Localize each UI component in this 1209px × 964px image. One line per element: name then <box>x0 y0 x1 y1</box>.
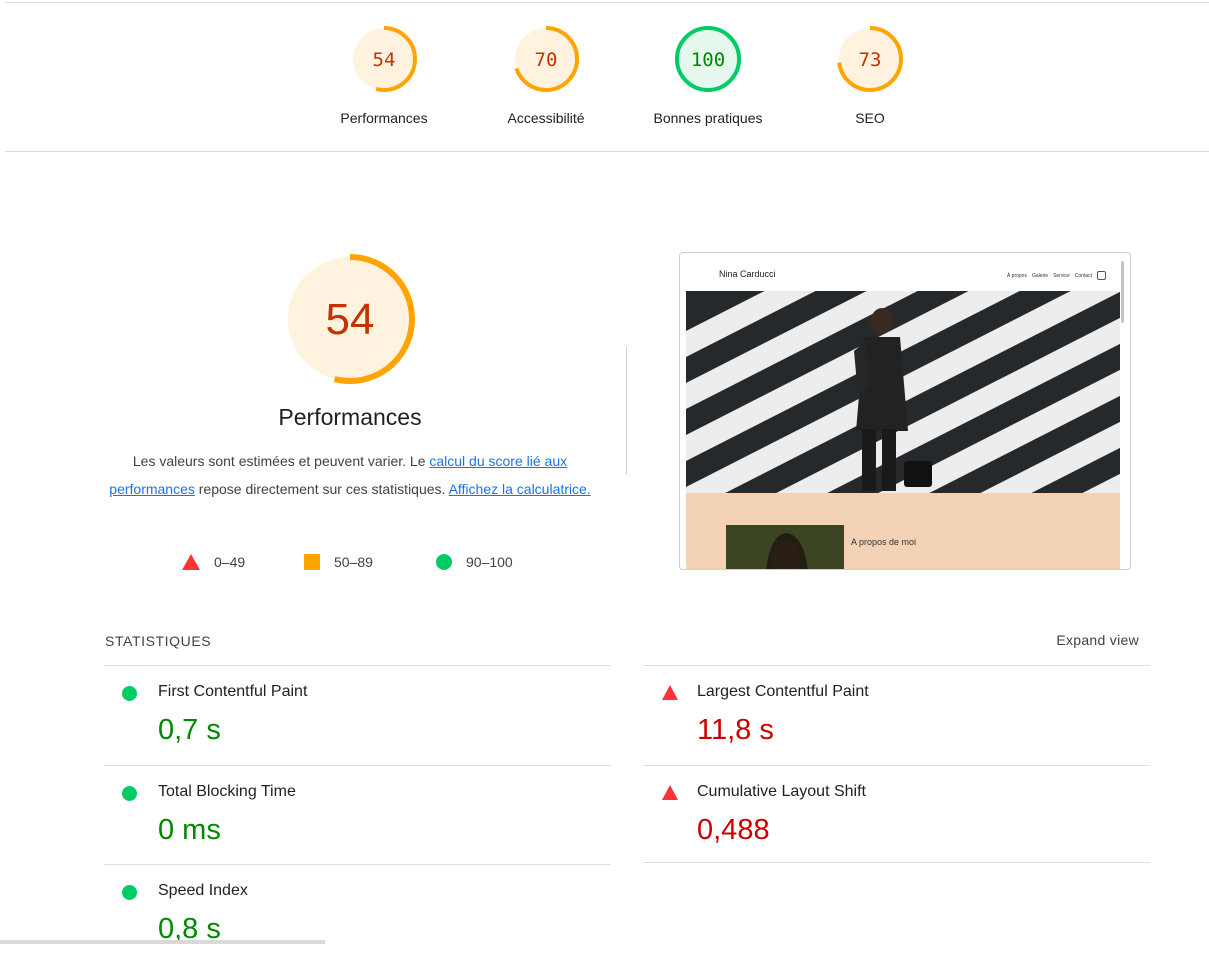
svg-text:73: 73 <box>859 49 882 71</box>
horizontal-scrollbar[interactable] <box>0 940 325 944</box>
legend-label: 90–100 <box>466 554 513 570</box>
square-icon <box>304 554 320 570</box>
gauge-best-practices[interactable]: 100 Bonnes pratiques <box>638 24 778 126</box>
gauge-ring: 100 <box>675 26 741 92</box>
metric-si: Speed Index 0,8 s <box>104 864 611 964</box>
gauge-ring: 54 <box>351 26 417 92</box>
performance-gauge: 54 <box>285 254 415 384</box>
metric-cls: Cumulative Layout Shift 0,488 <box>643 765 1150 865</box>
nav-item: Galerie <box>1031 272 1049 279</box>
metric-tbt: Total Blocking Time 0 ms <box>104 765 611 865</box>
nav-item: À propos <box>1006 272 1027 279</box>
metric-name: First Contentful Paint <box>158 683 308 700</box>
screenshot-nav: À propos Galerie Service Contact <box>1007 271 1106 280</box>
gauge-label: SEO <box>855 110 885 126</box>
metric-value: 0 ms <box>158 814 221 846</box>
metric-fcp: First Contentful Paint 0,7 s <box>104 665 611 765</box>
gauge-seo[interactable]: 73 SEO <box>800 24 940 126</box>
screenshot-header: Nina Carducci À propos Galerie Service C… <box>680 253 1120 291</box>
triangle-icon <box>662 685 678 700</box>
circle-icon <box>436 554 452 570</box>
gauge-label: Accessibilité <box>507 110 585 126</box>
about-section: A propos de moi <box>686 493 1120 569</box>
stats-title: STATISTIQUES <box>105 633 212 649</box>
legend-fail: 0–49 <box>182 554 245 570</box>
metric-name: Total Blocking Time <box>158 783 296 800</box>
hero-image <box>686 291 1120 493</box>
gauge-label: Bonnes pratiques <box>653 110 763 126</box>
metric-name: Largest Contentful Paint <box>697 683 869 700</box>
triangle-icon <box>662 785 678 800</box>
legend-label: 50–89 <box>334 554 373 570</box>
category-gauges: 54 Performances 70 Accessibilité 100 Bon… <box>0 24 1209 134</box>
circle-icon <box>122 686 137 701</box>
crosswalk-photo <box>686 291 1120 493</box>
vertical-divider <box>626 347 627 475</box>
gauge-accessibility[interactable]: 70 Accessibilité <box>476 24 616 126</box>
legend-average: 50–89 <box>304 554 373 570</box>
gauge-ring: 70 <box>513 26 579 92</box>
triangle-icon <box>182 554 200 570</box>
calculator-link[interactable]: Affichez la calculatrice. <box>449 481 591 497</box>
performance-title: Performances <box>278 404 422 430</box>
portrait-photo <box>726 525 844 569</box>
page-screenshot[interactable]: Nina Carducci À propos Galerie Service C… <box>679 252 1131 570</box>
metric-value: 11,8 s <box>697 714 774 746</box>
score-description: Les valeurs sont estimées et peuvent var… <box>105 447 595 503</box>
metric-lcp: Largest Contentful Paint 11,8 s <box>643 665 1150 765</box>
top-divider <box>5 2 1209 3</box>
svg-text:54: 54 <box>326 295 375 344</box>
screenshot-scrollbar[interactable] <box>1121 261 1124 323</box>
expand-view-button[interactable]: Expand view <box>1056 632 1139 648</box>
svg-text:100: 100 <box>691 49 725 71</box>
instagram-icon <box>1097 271 1106 280</box>
svg-text:70: 70 <box>535 49 558 71</box>
header-divider <box>5 151 1209 152</box>
metric-value: 0,488 <box>697 814 770 846</box>
nav-item: Contact <box>1074 272 1092 279</box>
gauge-ring: 73 <box>837 26 903 92</box>
desc-text: repose directement sur ces statistiques. <box>194 481 449 497</box>
legend-label: 0–49 <box>214 554 246 570</box>
metric-name: Cumulative Layout Shift <box>697 783 866 800</box>
gauge-label: Performances <box>340 110 428 126</box>
score-legend: 0–49 50–89 90–100 <box>180 554 600 578</box>
about-heading: A propos de moi <box>851 537 917 547</box>
circle-icon <box>122 786 137 801</box>
metric-value: 0,7 s <box>158 714 221 746</box>
screenshot-brand: Nina Carducci <box>719 269 776 279</box>
metrics-divider <box>643 862 1150 863</box>
circle-icon <box>122 885 137 900</box>
nav-item: Service <box>1053 272 1070 279</box>
metric-name: Speed Index <box>158 882 248 899</box>
svg-text:54: 54 <box>373 49 396 71</box>
legend-pass: 90–100 <box>436 554 513 570</box>
desc-text: Les valeurs sont estimées et peuvent var… <box>132 453 430 469</box>
gauge-performance[interactable]: 54 Performances <box>314 24 454 126</box>
performance-summary: 54 Performances Les valeurs sont estimée… <box>100 254 600 503</box>
